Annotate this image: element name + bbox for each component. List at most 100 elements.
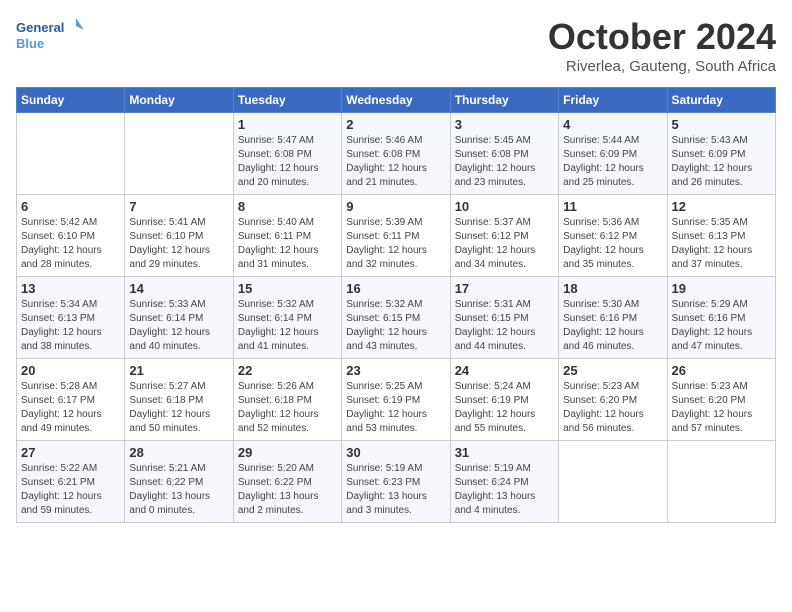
day-number: 31: [455, 445, 554, 460]
day-number: 25: [563, 363, 662, 378]
day-info: Sunrise: 5:32 AM Sunset: 6:15 PM Dayligh…: [346, 298, 445, 354]
day-number: 29: [238, 445, 337, 460]
day-number: 8: [238, 199, 337, 214]
day-info: Sunrise: 5:37 AM Sunset: 6:12 PM Dayligh…: [455, 216, 554, 272]
calendar-cell: 19 Sunrise: 5:29 AM Sunset: 6:16 PM Dayli…: [667, 277, 775, 359]
day-number: 30: [346, 445, 445, 460]
day-info: Sunrise: 5:28 AM Sunset: 6:17 PM Dayligh…: [21, 380, 120, 436]
calendar-week-row: 20 Sunrise: 5:28 AM Sunset: 6:17 PM Dayli…: [17, 359, 776, 441]
calendar-cell: 12 Sunrise: 5:35 AM Sunset: 6:13 PM Dayli…: [667, 195, 775, 277]
calendar-cell: 30 Sunrise: 5:19 AM Sunset: 6:23 PM Dayli…: [342, 441, 450, 523]
day-number: 13: [21, 281, 120, 296]
day-number: 27: [21, 445, 120, 460]
calendar-cell: 9 Sunrise: 5:39 AM Sunset: 6:11 PM Daylig…: [342, 195, 450, 277]
calendar-cell: 21Sunrise: 5:27 AM Sunset: 6:18 PM Dayli…: [125, 359, 233, 441]
day-number: 12: [672, 199, 771, 214]
day-number: 14: [129, 281, 228, 296]
day-number: 24: [455, 363, 554, 378]
day-number: 17: [455, 281, 554, 296]
day-number: 19: [672, 281, 771, 296]
calendar-cell: 23 Sunrise: 5:25 AM Sunset: 6:19 PM Dayli…: [342, 359, 450, 441]
day-info: Sunrise: 5:29 AM Sunset: 6:16 PM Dayligh…: [672, 298, 771, 354]
day-info: Sunrise: 5:42 AM Sunset: 6:10 PM Dayligh…: [21, 216, 120, 272]
day-info: Sunrise: 5:46 AM Sunset: 6:08 PM Dayligh…: [346, 134, 445, 190]
calendar-week-row: 27 Sunrise: 5:22 AM Sunset: 6:21 PM Dayli…: [17, 441, 776, 523]
calendar-header-row: SundayMondayTuesdayWednesdayThursdayFrid…: [17, 88, 776, 113]
day-number: 20: [21, 363, 120, 378]
day-info: Sunrise: 5:25 AM Sunset: 6:19 PM Dayligh…: [346, 380, 445, 436]
day-number: 26: [672, 363, 771, 378]
calendar-cell: [17, 113, 125, 195]
day-number: 15: [238, 281, 337, 296]
day-number: 1: [238, 117, 337, 132]
calendar-cell: 3 Sunrise: 5:45 AM Sunset: 6:08 PM Daylig…: [450, 113, 558, 195]
day-info: Sunrise: 5:30 AM Sunset: 6:16 PM Dayligh…: [563, 298, 662, 354]
calendar-cell: 20 Sunrise: 5:28 AM Sunset: 6:17 PM Dayli…: [17, 359, 125, 441]
day-info: Sunrise: 5:36 AM Sunset: 6:12 PM Dayligh…: [563, 216, 662, 272]
day-number: 6: [21, 199, 120, 214]
day-number: 7: [129, 199, 228, 214]
day-info: Sunrise: 5:21 AM Sunset: 6:22 PM Dayligh…: [129, 462, 228, 518]
day-info: Sunrise: 5:45 AM Sunset: 6:08 PM Dayligh…: [455, 134, 554, 190]
month-title: October 2024: [548, 16, 776, 58]
calendar-cell: [667, 441, 775, 523]
day-header-saturday: Saturday: [667, 88, 775, 113]
calendar-cell: [559, 441, 667, 523]
day-info: Sunrise: 5:26 AM Sunset: 6:18 PM Dayligh…: [238, 380, 337, 436]
day-number: 28: [129, 445, 228, 460]
day-info: Sunrise: 5:47 AM Sunset: 6:08 PM Dayligh…: [238, 134, 337, 190]
day-info: Sunrise: 5:43 AM Sunset: 6:09 PM Dayligh…: [672, 134, 771, 190]
calendar-cell: 27 Sunrise: 5:22 AM Sunset: 6:21 PM Dayli…: [17, 441, 125, 523]
day-info: Sunrise: 5:23 AM Sunset: 6:20 PM Dayligh…: [563, 380, 662, 436]
day-header-tuesday: Tuesday: [233, 88, 341, 113]
calendar-cell: 18Sunrise: 5:30 AM Sunset: 6:16 PM Dayli…: [559, 277, 667, 359]
calendar-cell: 5 Sunrise: 5:43 AM Sunset: 6:09 PM Daylig…: [667, 113, 775, 195]
day-info: Sunrise: 5:22 AM Sunset: 6:21 PM Dayligh…: [21, 462, 120, 518]
day-number: 16: [346, 281, 445, 296]
day-number: 3: [455, 117, 554, 132]
calendar-cell: 14 Sunrise: 5:33 AM Sunset: 6:14 PM Dayli…: [125, 277, 233, 359]
day-info: Sunrise: 5:34 AM Sunset: 6:13 PM Dayligh…: [21, 298, 120, 354]
day-number: 9: [346, 199, 445, 214]
calendar-cell: 29 Sunrise: 5:20 AM Sunset: 6:22 PM Dayli…: [233, 441, 341, 523]
logo: General Blue: [16, 16, 86, 56]
calendar-week-row: 1 Sunrise: 5:47 AM Sunset: 6:08 PM Daylig…: [17, 113, 776, 195]
calendar-cell: 8Sunrise: 5:40 AM Sunset: 6:11 PM Daylig…: [233, 195, 341, 277]
day-info: Sunrise: 5:27 AM Sunset: 6:18 PM Dayligh…: [129, 380, 228, 436]
day-number: 22: [238, 363, 337, 378]
day-info: Sunrise: 5:19 AM Sunset: 6:23 PM Dayligh…: [346, 462, 445, 518]
svg-text:Blue: Blue: [16, 36, 44, 51]
day-header-thursday: Thursday: [450, 88, 558, 113]
calendar-body: 1 Sunrise: 5:47 AM Sunset: 6:08 PM Daylig…: [17, 113, 776, 523]
day-number: 5: [672, 117, 771, 132]
day-header-wednesday: Wednesday: [342, 88, 450, 113]
calendar-cell: 16 Sunrise: 5:32 AM Sunset: 6:15 PM Dayli…: [342, 277, 450, 359]
day-info: Sunrise: 5:33 AM Sunset: 6:14 PM Dayligh…: [129, 298, 228, 354]
day-info: Sunrise: 5:31 AM Sunset: 6:15 PM Dayligh…: [455, 298, 554, 354]
calendar-cell: 31 Sunrise: 5:19 AM Sunset: 6:24 PM Dayli…: [450, 441, 558, 523]
day-info: Sunrise: 5:19 AM Sunset: 6:24 PM Dayligh…: [455, 462, 554, 518]
calendar-cell: 13 Sunrise: 5:34 AM Sunset: 6:13 PM Dayli…: [17, 277, 125, 359]
day-number: 23: [346, 363, 445, 378]
calendar-cell: 15Sunrise: 5:32 AM Sunset: 6:14 PM Dayli…: [233, 277, 341, 359]
calendar-cell: 10 Sunrise: 5:37 AM Sunset: 6:12 PM Dayli…: [450, 195, 558, 277]
calendar-week-row: 13 Sunrise: 5:34 AM Sunset: 6:13 PM Dayli…: [17, 277, 776, 359]
title-block: October 2024 Riverlea, Gauteng, South Af…: [548, 16, 776, 75]
day-info: Sunrise: 5:20 AM Sunset: 6:22 PM Dayligh…: [238, 462, 337, 518]
calendar-cell: 1 Sunrise: 5:47 AM Sunset: 6:08 PM Daylig…: [233, 113, 341, 195]
day-number: 10: [455, 199, 554, 214]
calendar-cell: [125, 113, 233, 195]
location-subtitle: Riverlea, Gauteng, South Africa: [548, 58, 776, 75]
day-header-friday: Friday: [559, 88, 667, 113]
day-header-sunday: Sunday: [17, 88, 125, 113]
calendar-cell: 6 Sunrise: 5:42 AM Sunset: 6:10 PM Daylig…: [17, 195, 125, 277]
calendar-cell: 28 Sunrise: 5:21 AM Sunset: 6:22 PM Dayli…: [125, 441, 233, 523]
svg-text:General: General: [16, 20, 64, 35]
day-info: Sunrise: 5:35 AM Sunset: 6:13 PM Dayligh…: [672, 216, 771, 272]
calendar-cell: 2Sunrise: 5:46 AM Sunset: 6:08 PM Daylig…: [342, 113, 450, 195]
day-number: 11: [563, 199, 662, 214]
calendar-table: SundayMondayTuesdayWednesdayThursdayFrid…: [16, 87, 776, 523]
day-info: Sunrise: 5:39 AM Sunset: 6:11 PM Dayligh…: [346, 216, 445, 272]
day-info: Sunrise: 5:44 AM Sunset: 6:09 PM Dayligh…: [563, 134, 662, 190]
day-info: Sunrise: 5:41 AM Sunset: 6:10 PM Dayligh…: [129, 216, 228, 272]
